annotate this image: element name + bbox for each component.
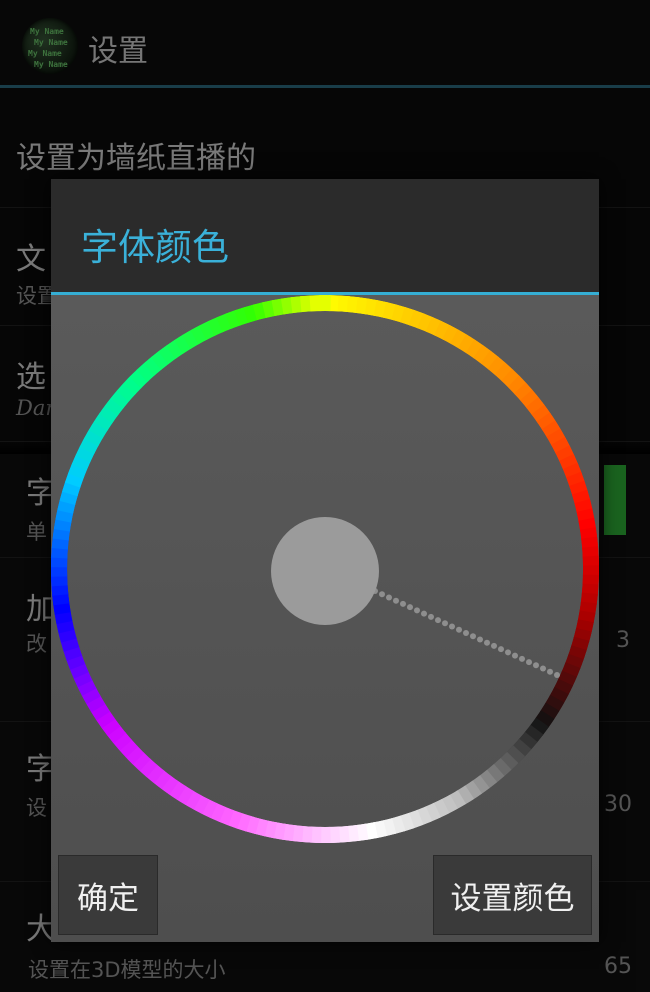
selector-dot [421,610,427,617]
selector-dot [407,604,413,611]
selector-line [372,588,560,678]
settings-screen: My Name My Name My Name My Name 设置 设置为墙纸… [0,0,650,992]
selector-dot [442,620,448,627]
selected-color-preview[interactable] [271,517,379,625]
font-color-dialog: 字体颜色 确定 设置颜色 [51,179,599,942]
selector-dot [526,659,532,666]
selector-dot [533,662,539,669]
selector-dot [540,665,546,672]
selector-dot [554,672,560,678]
selector-dot [498,646,504,653]
selector-dot [393,597,399,604]
selector-dot [463,630,469,636]
confirm-button[interactable]: 确定 [58,855,158,935]
selector-dot [505,649,511,656]
selector-dot [456,626,462,633]
selector-dot [491,642,497,649]
dialog-title: 字体颜色 [81,226,229,269]
selector-dot [519,655,525,662]
selector-dot [400,600,406,607]
selector-dot [414,607,420,614]
selector-dot [428,613,434,620]
selector-dot [477,636,483,643]
selector-dot [435,617,441,624]
color-wheel[interactable] [51,295,599,855]
dialog-header: 字体颜色 [51,179,599,295]
selector-dot [547,668,553,675]
selector-dot [470,633,476,640]
selector-dot [484,639,490,646]
set-color-button[interactable]: 设置颜色 [433,855,592,935]
selector-dot [512,652,518,659]
selector-dot [449,623,455,630]
selector-dot [379,591,385,598]
selector-dot [386,594,392,601]
